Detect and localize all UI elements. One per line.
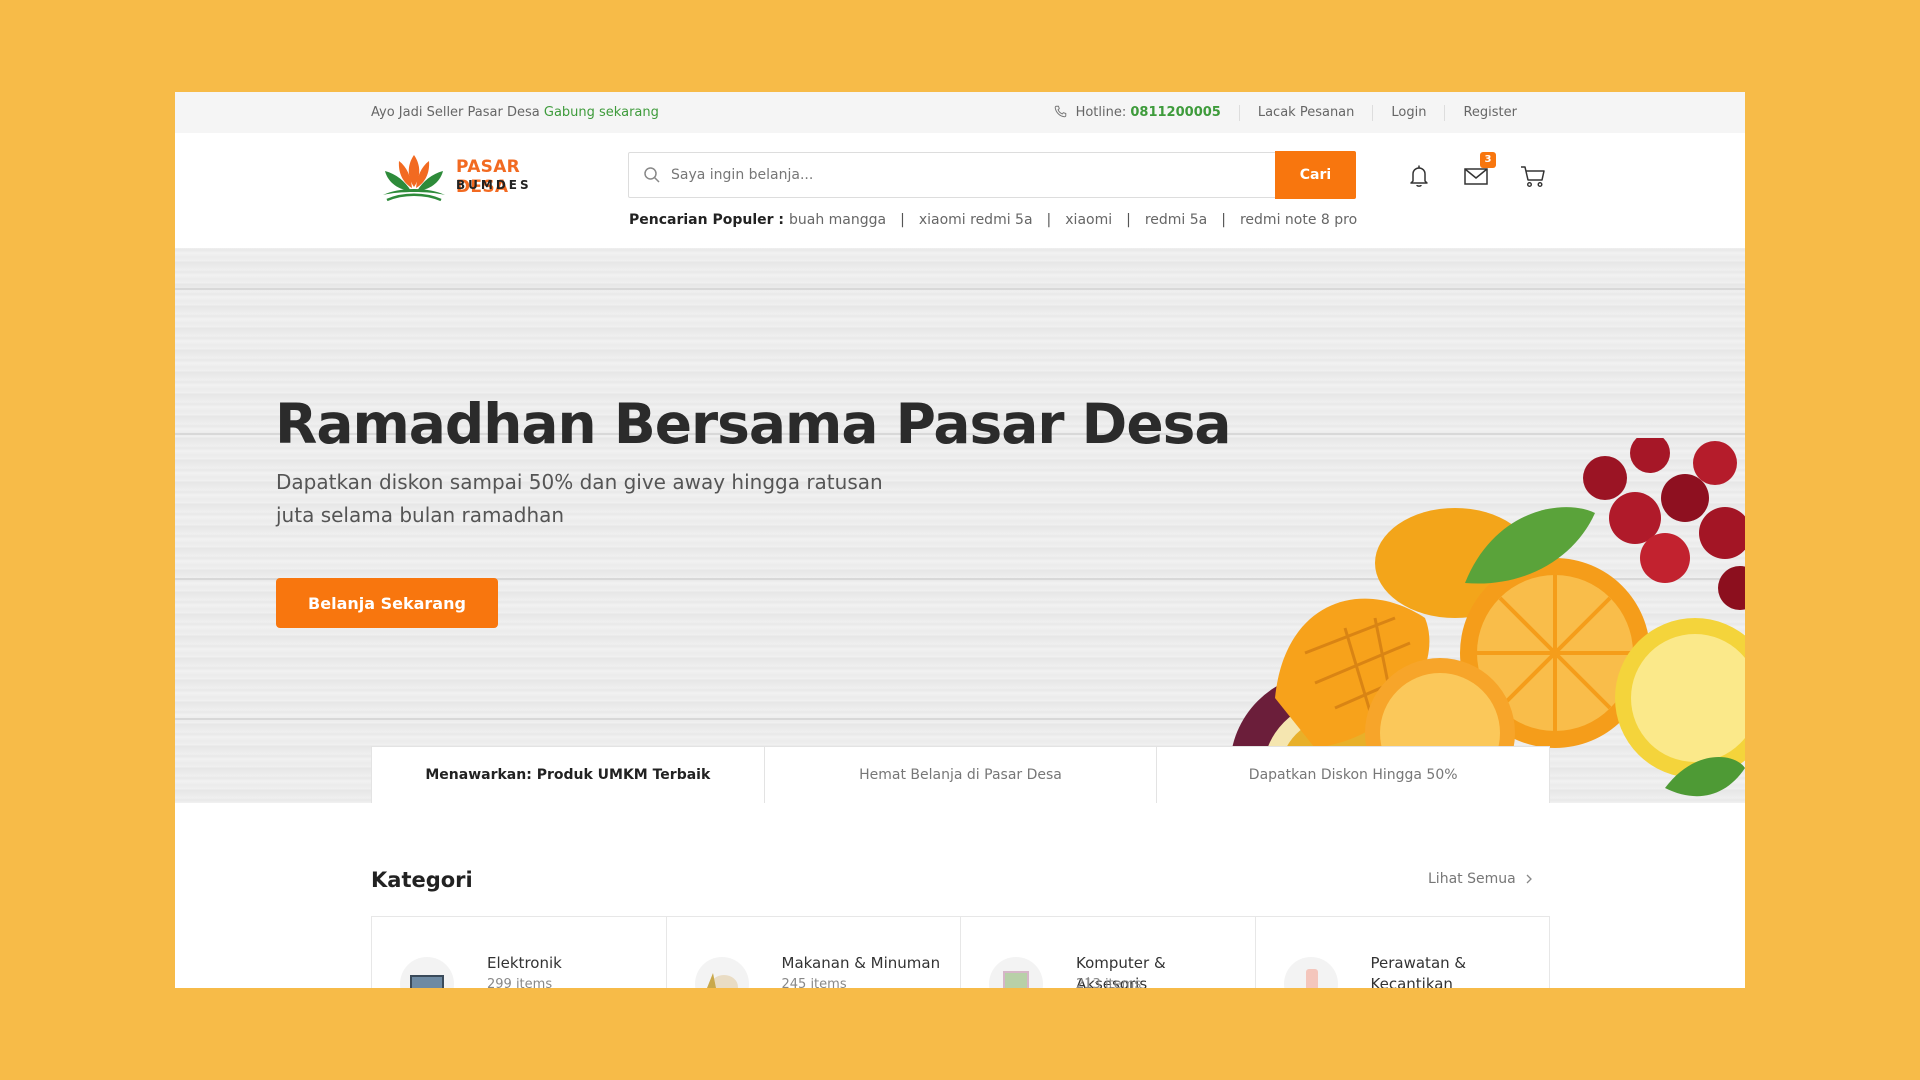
hero-subtitle: Dapatkan diskon sampai 50% dan give away… [276,470,883,527]
category-card[interactable]: Komputer & Aksesoris 213 items [960,917,1255,988]
logo-subtitle: BUMDES [456,178,532,192]
tv-icon [400,957,454,988]
hotline: Hotline: 0811200005 [1036,105,1238,121]
laptop-icon [989,957,1043,988]
seller-text: Ayo Jadi Seller Pasar Desa [371,105,540,120]
feature-tab[interactable]: Hemat Belanja di Pasar Desa [763,747,1157,803]
register-link[interactable]: Register [1444,104,1535,121]
browser-viewport: Ayo Jadi Seller Pasar Desa Gabung sekara… [175,92,1745,988]
chevron-right-icon [1526,874,1533,884]
shop-now-button[interactable]: Belanja Sekarang [276,578,498,628]
message-count-badge: 3 [1480,152,1496,168]
category-count: 299 items [487,977,553,988]
popular-search-link[interactable]: xiaomi [1065,212,1112,228]
feature-tab[interactable]: Menawarkan: Produk UMKM Terbaik [372,747,764,803]
category-name: Elektronik [487,954,562,972]
site-logo[interactable]: PASAR DESA BUMDES [379,151,559,205]
hero-title: Ramadhan Bersama Pasar Desa [275,392,1231,456]
main-header: PASAR DESA BUMDES Cari Pencarian Populer… [175,133,1745,248]
header-icons: 3 [1403,152,1574,192]
food-icon [694,957,749,988]
login-link[interactable]: Login [1372,104,1444,121]
lotus-logo-icon [383,155,445,202]
wood-plank-line [175,288,1745,290]
cart-icon [1521,166,1545,188]
search-icon [644,167,660,183]
popular-search-link[interactable]: redmi note 8 pro [1240,212,1357,228]
category-name: Perawatan & Kecantikan [1370,954,1467,988]
seller-promo: Ayo Jadi Seller Pasar Desa Gabung sekara… [371,105,659,120]
popular-search-link[interactable]: redmi 5a [1145,212,1207,228]
category-count: 245 items [781,977,847,988]
join-seller-link[interactable]: Gabung sekarang [544,105,659,120]
notification-button[interactable] [1403,160,1435,192]
bell-icon [1410,165,1428,187]
category-card[interactable]: Perawatan & Kecantikan [1254,917,1550,988]
popular-search-link[interactable]: xiaomi redmi 5a [919,212,1033,228]
feature-strip: Menawarkan: Produk UMKM Terbaik Hemat Be… [371,746,1550,803]
top-utility-bar: Ayo Jadi Seller Pasar Desa Gabung sekara… [175,92,1745,133]
hotline-number[interactable]: 0811200005 [1130,105,1220,120]
messages-button[interactable]: 3 [1460,152,1496,192]
track-order-link[interactable]: Lacak Pesanan [1238,104,1373,121]
category-list: Elektronik 299 items Makanan & Minuman 2… [371,916,1550,988]
category-count: 213 items [1076,977,1142,988]
category-name: Makanan & Minuman [781,954,941,972]
cart-button[interactable] [1517,160,1549,192]
search-input[interactable] [661,153,1279,197]
categories-heading: Kategori [371,868,473,892]
see-all-label: Lihat Semua [1428,871,1516,887]
popular-search-link[interactable]: buah mangga [789,212,886,228]
separator: | [900,212,905,228]
category-card[interactable]: Makanan & Minuman 245 items [665,917,961,988]
popular-label: Pencarian Populer : [629,212,784,228]
top-links: Hotline: 0811200005 Lacak Pesanan Login … [1036,92,1535,133]
search-button[interactable]: Cari [1275,151,1356,199]
category-card[interactable]: Elektronik 299 items [372,917,666,988]
separator: | [1126,212,1131,228]
phone-icon [1055,105,1067,117]
cosmetics-icon [1283,957,1338,988]
separator: | [1046,212,1052,228]
hotline-label: Hotline: [1075,104,1127,120]
see-all-categories-link[interactable]: Lihat Semua [1428,871,1534,887]
search-box [628,152,1280,198]
feature-tab[interactable]: Dapatkan Diskon Hingga 50% [1156,747,1549,803]
popular-searches: Pencarian Populer : buah mangga | xiaomi… [629,212,1357,228]
separator: | [1221,212,1226,228]
hero-banner: Ramadhan Bersama Pasar Desa Dapatkan dis… [175,248,1745,803]
